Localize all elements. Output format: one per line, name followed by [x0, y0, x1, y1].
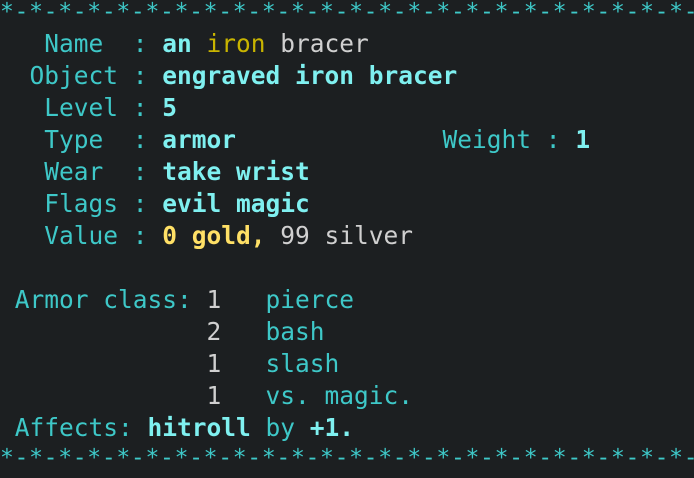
row-value: vs. magic. — [265, 381, 414, 410]
row-label: Affects: — [0, 413, 148, 442]
row-label: Object : — [0, 61, 163, 90]
border-top: *-*-*-*-*-*-*-*-*-*-*-*-*-*-*-*-*-*-*-*-… — [0, 0, 694, 25]
row-value: 99 silver — [265, 221, 414, 250]
text-row: Affects: hitroll by +1. — [0, 412, 354, 444]
row-value: evil magic — [162, 189, 310, 218]
row-label — [0, 317, 207, 346]
text-row: Flags : evil magic — [0, 188, 310, 220]
row-label: Flags : — [0, 189, 163, 218]
row-label — [0, 381, 207, 410]
row-value — [236, 125, 443, 154]
row-value: 5 — [162, 93, 178, 122]
row-value: bash — [265, 317, 325, 346]
row-label: Name : — [0, 29, 163, 58]
text-row: Armor class: 1 pierce — [0, 284, 354, 316]
row-value: slash — [265, 349, 340, 378]
text-row: Wear : take wrist — [0, 156, 310, 188]
row-value: engraved iron bracer — [162, 61, 458, 90]
row-value: 1 — [206, 349, 266, 378]
row-value: 1 — [206, 285, 266, 314]
row-value: pierce — [265, 285, 355, 314]
row-value: hitroll — [147, 413, 251, 442]
row-value: take wrist — [162, 157, 310, 186]
row-value: 1 — [575, 125, 591, 154]
text-row: Value : 0 gold, 99 silver — [0, 220, 413, 252]
row-label: Level : — [0, 93, 163, 122]
text-row: Level : 5 — [0, 92, 177, 124]
row-value: 0 gold, — [162, 221, 266, 250]
row-label — [0, 349, 207, 378]
text-row: Type : armor Weight : 1 — [0, 124, 590, 156]
border-bottom: *-*-*-*-*-*-*-*-*-*-*-*-*-*-*-*-*-*-*-*-… — [0, 445, 694, 471]
row-value: 2 — [206, 317, 266, 346]
row-label: Wear : — [0, 157, 163, 186]
row-value: 1 — [206, 381, 266, 410]
row-label: Value : — [0, 221, 163, 250]
row-value: armor — [162, 125, 237, 154]
row-value: iron — [206, 29, 281, 58]
text-row: 2 bash — [0, 316, 325, 348]
row-value: by — [250, 413, 310, 442]
text-row: Object : engraved iron bracer — [0, 60, 458, 92]
row-value: +1. — [309, 413, 355, 442]
row-label: Armor class: — [0, 285, 207, 314]
row-label: Type : — [0, 125, 163, 154]
row-value: bracer — [280, 29, 369, 58]
text-row: Name : an iron bracer — [0, 28, 369, 60]
text-row: 1 vs. magic. — [0, 380, 414, 412]
row-value: an — [162, 29, 207, 58]
row-value: Weight : — [442, 125, 576, 154]
text-row: 1 slash — [0, 348, 340, 380]
